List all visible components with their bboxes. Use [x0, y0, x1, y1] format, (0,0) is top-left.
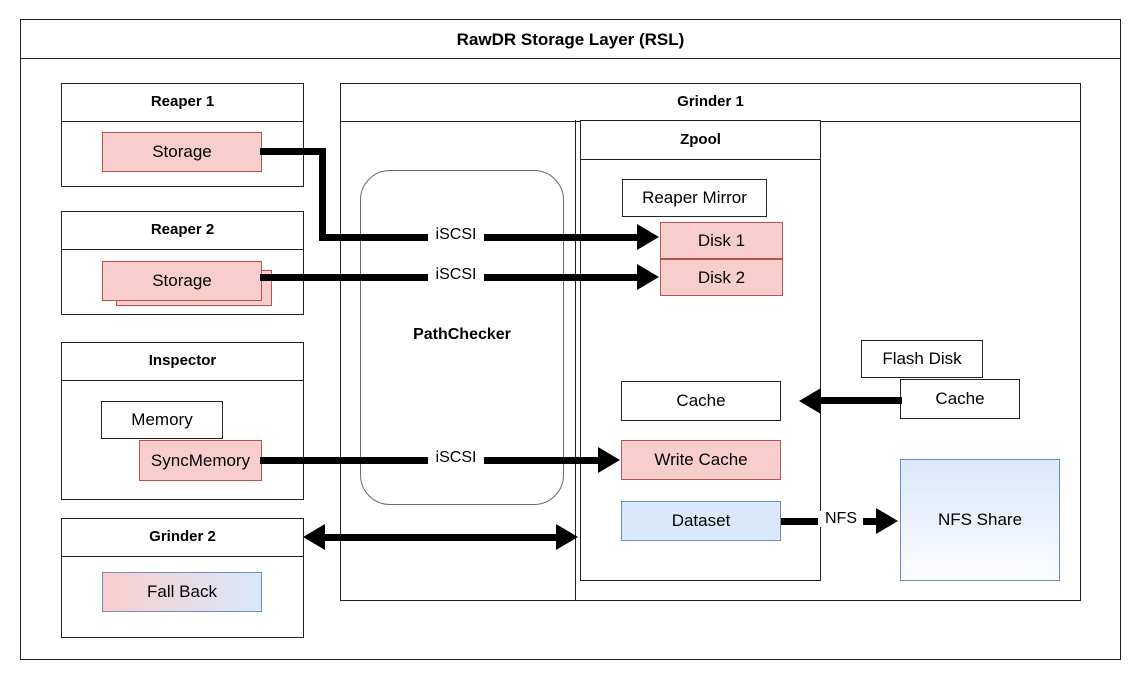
zpool-dataset: Dataset [621, 501, 781, 541]
flash-disk-title-box: Flash Disk [861, 340, 983, 378]
edge-label-iscsi-disk2: iSCSI [428, 267, 484, 283]
inspector-header-rule [62, 380, 303, 381]
zpool-disk-2: Disk 2 [660, 259, 783, 296]
edge-grinder2-grinder1-arrowhead-left [303, 524, 325, 550]
pathchecker-label: PathChecker [413, 326, 511, 343]
edge-label-iscsi-write-cache: iSCSI [428, 450, 484, 466]
edge-flashcache-to-zpoolcache [820, 397, 902, 404]
reaper-1-header-rule [62, 121, 303, 122]
edge-grinder2-grinder1-arrowhead-right [556, 524, 578, 550]
edge-reaper1-to-disk1-seg1 [260, 148, 326, 155]
zpool-disk-1: Disk 1 [660, 222, 783, 259]
edge-flashcache-to-zpoolcache-arrowhead [799, 388, 821, 414]
edge-syncmemory-to-write-cache-arrowhead [598, 447, 620, 473]
zpool-title: Zpool [680, 131, 721, 148]
zpool-write-cache: Write Cache [621, 440, 781, 480]
edge-grinder2-grinder1-line [320, 534, 560, 541]
zpool-header-rule [581, 159, 820, 160]
rsl-title: RawDR Storage Layer (RSL) [456, 30, 685, 49]
edge-label-iscsi-disk1: iSCSI [428, 227, 484, 243]
edge-label-nfs: NFS [819, 511, 863, 527]
inspector-memory: Memory [101, 401, 223, 439]
reaper-2-header-rule [62, 249, 303, 250]
grinder-1-title: Grinder 1 [677, 93, 744, 110]
grinder-2-title: Grinder 2 [149, 528, 216, 545]
rsl-header-rule [21, 58, 1120, 59]
grinder-2-fall-back: Fall Back [102, 572, 262, 612]
grinder-2-header-rule [62, 556, 303, 557]
reaper-1-title: Reaper 1 [150, 93, 215, 110]
edge-reaper1-to-disk1-arrowhead [637, 224, 659, 250]
zpool-reaper-mirror: Reaper Mirror [622, 179, 767, 217]
flash-disk-cache: Cache [900, 379, 1020, 419]
reaper-2-storage-front: Storage [102, 261, 262, 301]
zpool-cache: Cache [621, 381, 781, 421]
edge-reaper2-to-disk2-arrowhead [637, 264, 659, 290]
nfs-share-box: NFS Share [900, 459, 1060, 581]
reaper-2-title: Reaper 2 [150, 221, 215, 238]
edge-dataset-to-nfsshare-arrowhead [876, 508, 898, 534]
edge-reaper1-to-disk1-seg2 [319, 148, 326, 238]
reaper-1-storage: Storage [102, 132, 262, 172]
inspector-sync-memory: SyncMemory [139, 440, 262, 481]
inspector-title: Inspector [148, 352, 217, 369]
edge-dataset-to-nfsshare-seg1 [781, 518, 818, 525]
diagram-canvas: RawDR Storage Layer (RSL) Reaper 1 Stora… [0, 0, 1141, 681]
